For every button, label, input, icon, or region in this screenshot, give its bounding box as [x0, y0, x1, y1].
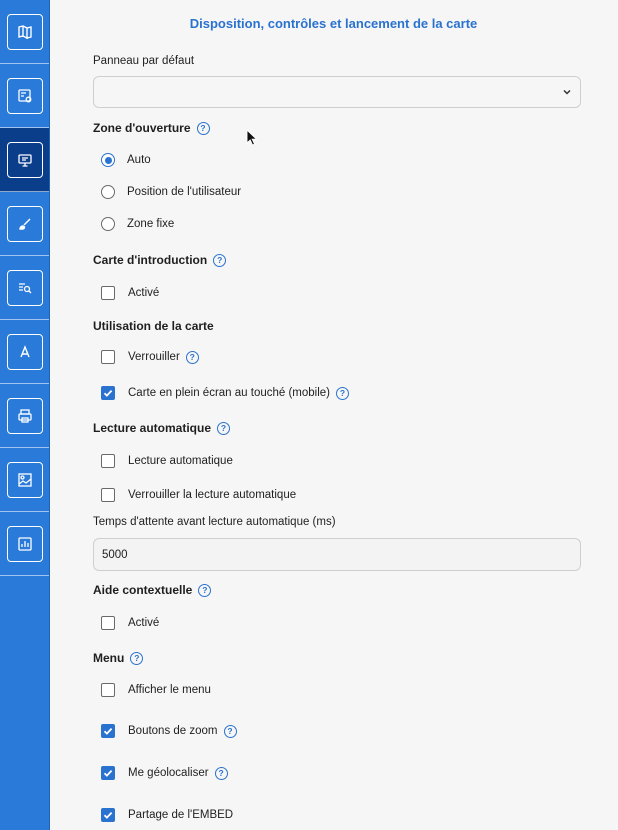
sidebar-item-layout[interactable]: [0, 128, 49, 192]
help-enabled-label: Activé: [128, 617, 160, 629]
autoplay-lock-label: Verrouiller la lecture automatique: [128, 489, 297, 501]
zone-section-title: Zone d'ouverture ?: [93, 121, 210, 135]
menu-zoom-row[interactable]: Boutons de zoom ?: [101, 724, 237, 738]
default-panel-label: Panneau par défaut: [93, 55, 195, 67]
intro-title-text: Carte d'introduction: [93, 253, 208, 267]
intro-enabled-checkbox[interactable]: [101, 286, 115, 300]
default-panel-select[interactable]: [93, 76, 581, 108]
intro-section-title: Carte d'introduction ?: [93, 253, 227, 267]
usage-lock-label: Verrouiller: [128, 351, 180, 363]
usage-lock-row[interactable]: Verrouiller ?: [101, 350, 199, 364]
image-map-icon: [6, 461, 43, 498]
radio-fixed-zone[interactable]: [101, 217, 115, 231]
sidebar-item-map[interactable]: [0, 0, 49, 64]
zone-option-fixed-label: Zone fixe: [127, 218, 175, 230]
print-icon: [6, 397, 43, 434]
sidebar-item-chart[interactable]: [0, 512, 49, 576]
menu-geo-row[interactable]: Me géolocaliser ?: [101, 766, 228, 780]
zone-option-user-label: Position de l'utilisateur: [127, 186, 242, 198]
autoplay-delay-input[interactable]: [93, 538, 581, 571]
menu-show-checkbox[interactable]: [101, 683, 115, 697]
help-icon[interactable]: ?: [223, 724, 237, 738]
zone-option-auto-label: Auto: [127, 154, 151, 166]
check-icon: [103, 769, 113, 777]
autoplay-delay-label: Temps d'attente avant lecture automatiqu…: [93, 516, 336, 528]
map-settings-icon: [6, 77, 43, 114]
check-icon: [103, 389, 113, 397]
menu-embed-checkbox[interactable]: [101, 808, 115, 822]
menu-title-text: Menu: [93, 651, 125, 665]
usage-section-title: Utilisation de la carte: [93, 319, 214, 333]
help-icon[interactable]: ?: [214, 766, 228, 780]
search-list-icon: [6, 269, 43, 306]
radio-auto[interactable]: [101, 153, 115, 167]
help-icon[interactable]: ?: [196, 121, 210, 135]
menu-zoom-checkbox[interactable]: [101, 724, 115, 738]
brush-icon: [6, 205, 43, 242]
help-icon[interactable]: ?: [185, 350, 199, 364]
zone-option-fixed[interactable]: Zone fixe: [101, 217, 174, 231]
autoplay-row[interactable]: Lecture automatique: [101, 454, 233, 468]
usage-fullscreen-checkbox[interactable]: [101, 386, 115, 400]
zone-option-user[interactable]: Position de l'utilisateur: [101, 185, 241, 199]
presentation-icon: [6, 141, 43, 178]
help-icon[interactable]: ?: [198, 583, 212, 597]
autoplay-lock-row[interactable]: Verrouiller la lecture automatique: [101, 488, 296, 502]
menu-show-label: Afficher le menu: [128, 684, 211, 696]
menu-geo-checkbox[interactable]: [101, 766, 115, 780]
sidebar-item-map-settings[interactable]: [0, 64, 49, 128]
font-icon: [6, 333, 43, 370]
check-icon: [103, 811, 113, 819]
help-section-title: Aide contextuelle ?: [93, 583, 212, 597]
usage-fullscreen-label: Carte en plein écran au touché (mobile): [128, 387, 331, 399]
menu-embed-label: Partage de l'EMBED: [128, 809, 234, 821]
sidebar-item-font[interactable]: [0, 320, 49, 384]
radio-user-position[interactable]: [101, 185, 115, 199]
help-icon[interactable]: ?: [213, 253, 227, 267]
autoplay-lock-checkbox[interactable]: [101, 488, 115, 502]
autoplay-title-text: Lecture automatique: [93, 421, 212, 435]
chart-icon: [6, 525, 43, 562]
zone-option-auto[interactable]: Auto: [101, 153, 151, 167]
menu-embed-row[interactable]: Partage de l'EMBED: [101, 808, 233, 822]
help-title-text: Aide contextuelle: [93, 583, 193, 597]
intro-enabled-row[interactable]: Activé: [101, 286, 159, 300]
sidebar-item-search[interactable]: [0, 256, 49, 320]
autoplay-section-title: Lecture automatique ?: [93, 421, 231, 435]
autoplay-label: Lecture automatique: [128, 455, 233, 467]
check-icon: [103, 727, 113, 735]
help-icon[interactable]: ?: [217, 421, 231, 435]
usage-title-text: Utilisation de la carte: [93, 319, 214, 333]
menu-show-row[interactable]: Afficher le menu: [101, 683, 211, 697]
mouse-cursor-icon: [246, 129, 258, 146]
zone-title-text: Zone d'ouverture: [93, 121, 191, 135]
sidebar-item-image-map[interactable]: [0, 448, 49, 512]
chevron-down-icon: [563, 89, 571, 95]
help-icon[interactable]: ?: [130, 651, 144, 665]
sidebar: [0, 0, 50, 830]
usage-lock-checkbox[interactable]: [101, 350, 115, 364]
help-enabled-row[interactable]: Activé: [101, 616, 159, 630]
usage-fullscreen-row[interactable]: Carte en plein écran au touché (mobile) …: [101, 386, 350, 400]
autoplay-checkbox[interactable]: [101, 454, 115, 468]
sidebar-item-style[interactable]: [0, 192, 49, 256]
help-icon[interactable]: ?: [336, 386, 350, 400]
panel-title: Disposition, contrôles et lancement de l…: [189, 16, 478, 31]
menu-zoom-label: Boutons de zoom: [128, 725, 218, 737]
sidebar-item-print[interactable]: [0, 384, 49, 448]
help-enabled-checkbox[interactable]: [101, 616, 115, 630]
intro-enabled-label: Activé: [128, 287, 160, 299]
menu-section-title: Menu ?: [93, 651, 144, 665]
menu-geo-label: Me géolocaliser: [128, 767, 209, 779]
